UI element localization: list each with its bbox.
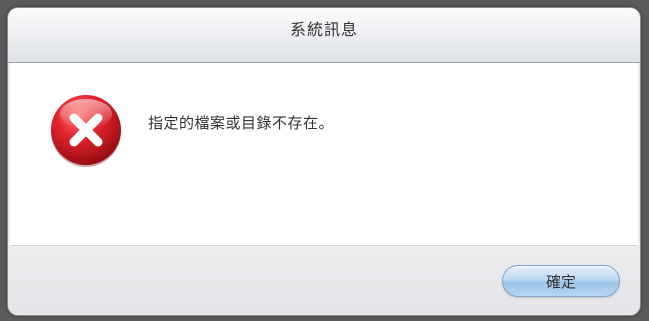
system-message-dialog: 系統訊息 指定的檔案或目錄不存在。 確定 (8, 8, 640, 315)
error-icon (51, 95, 121, 167)
dialog-footer: 確定 (8, 246, 640, 315)
dialog-titlebar[interactable]: 系統訊息 (8, 8, 640, 63)
dialog-title: 系統訊息 (289, 20, 358, 39)
ok-button[interactable]: 確定 (502, 265, 620, 297)
error-message: 指定的檔案或目錄不存在。 (148, 114, 335, 132)
dialog-content: 指定的檔案或目錄不存在。 (10, 63, 638, 246)
